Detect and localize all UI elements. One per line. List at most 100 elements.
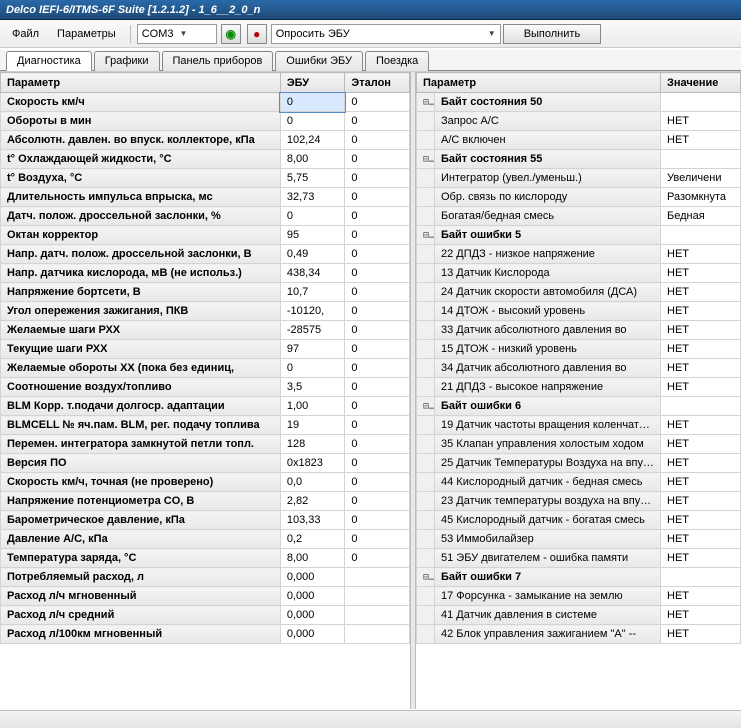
etalon-cell[interactable]: 0 (345, 473, 410, 492)
expander-icon[interactable]: ⊟ (417, 397, 435, 416)
table-row[interactable]: 19 Датчик частоты вращения коленчатогоНЕ… (417, 416, 741, 435)
value-cell[interactable]: Разомкнута (661, 188, 741, 207)
ebu-cell[interactable]: 0,000 (280, 606, 345, 625)
value-cell[interactable]: НЕТ (661, 416, 741, 435)
table-row[interactable]: Длительность импульса впрыска, мс32,730 (1, 188, 410, 207)
etalon-cell[interactable]: 0 (345, 207, 410, 226)
table-row[interactable]: Температура заряда, °C8,000 (1, 549, 410, 568)
value-cell[interactable]: НЕТ (661, 112, 741, 131)
param-cell[interactable]: 41 Датчик давления в системе (435, 606, 661, 625)
ebu-cell[interactable]: 10,7 (280, 283, 345, 302)
tab-0[interactable]: Диагностика (6, 51, 92, 71)
table-row[interactable]: Запрос A/CНЕТ (417, 112, 741, 131)
param-cell[interactable]: Температура заряда, °C (1, 549, 281, 568)
ebu-cell[interactable]: 0,2 (280, 530, 345, 549)
value-cell[interactable]: Увеличени (661, 169, 741, 188)
etalon-cell[interactable]: 0 (345, 359, 410, 378)
table-row[interactable]: ⊟Байт состояния 50 (417, 93, 741, 112)
ebu-cell[interactable]: 0 (280, 93, 345, 112)
tab-1[interactable]: Графики (94, 51, 160, 71)
table-row[interactable]: 22 ДПДЗ - низкое напряжениеНЕТ (417, 245, 741, 264)
tab-3[interactable]: Ошибки ЭБУ (275, 51, 363, 71)
table-row[interactable]: Интегратор (увел./уменьш.)Увеличени (417, 169, 741, 188)
param-cell[interactable]: Обр. связь по кислороду (435, 188, 661, 207)
ebu-cell[interactable]: 103,33 (280, 511, 345, 530)
table-row[interactable]: 42 Блок управления зажиганием "A" --НЕТ (417, 625, 741, 644)
param-cell[interactable]: 23 Датчик температуры воздуха на впуске (435, 492, 661, 511)
ebu-cell[interactable]: -28575 (280, 321, 345, 340)
table-row[interactable]: Версия ПО0x18230 (1, 454, 410, 473)
param-cell[interactable]: 34 Датчик абсолютного давления во (435, 359, 661, 378)
etalon-cell[interactable] (345, 625, 410, 644)
tab-2[interactable]: Панель приборов (162, 51, 274, 71)
ebu-cell[interactable]: 2,82 (280, 492, 345, 511)
param-cell[interactable]: 24 Датчик скорости автомобиля (ДСА) (435, 283, 661, 302)
etalon-cell[interactable]: 0 (345, 530, 410, 549)
value-cell[interactable] (661, 150, 741, 169)
table-row[interactable]: Скорость км/ч, точная (не проверено)0,00 (1, 473, 410, 492)
param-cell[interactable]: Желаемые обороты XX (пока без единиц, (1, 359, 281, 378)
value-cell[interactable]: НЕТ (661, 492, 741, 511)
table-row[interactable]: Скорость км/ч00 (1, 93, 410, 112)
table-row[interactable]: Барометрическое давление, кПа103,330 (1, 511, 410, 530)
value-cell[interactable] (661, 568, 741, 587)
value-cell[interactable]: НЕТ (661, 264, 741, 283)
expander-icon[interactable]: ⊟ (417, 93, 435, 112)
param-cell[interactable]: Байт состояния 50 (435, 93, 661, 112)
param-cell[interactable]: t° Воздуха, °C (1, 169, 281, 188)
etalon-cell[interactable]: 0 (345, 112, 410, 131)
ebu-cell[interactable]: 5,75 (280, 169, 345, 188)
value-cell[interactable]: НЕТ (661, 321, 741, 340)
etalon-cell[interactable]: 0 (345, 264, 410, 283)
disconnect-button[interactable]: ● (247, 24, 267, 44)
ebu-cell[interactable]: 438,34 (280, 264, 345, 283)
etalon-cell[interactable]: 0 (345, 435, 410, 454)
value-cell[interactable]: НЕТ (661, 131, 741, 150)
param-cell[interactable]: 53 Иммобилайзер (435, 530, 661, 549)
table-row[interactable]: Напряжение бортсети, В10,70 (1, 283, 410, 302)
col-header-param[interactable]: Параметр (417, 73, 661, 93)
param-cell[interactable]: Барометрическое давление, кПа (1, 511, 281, 530)
param-cell[interactable]: Обороты в мин (1, 112, 281, 131)
expander-icon[interactable]: ⊟ (417, 568, 435, 587)
param-cell[interactable]: Байт состояния 55 (435, 150, 661, 169)
param-cell[interactable]: Желаемые шаги РХХ (1, 321, 281, 340)
etalon-cell[interactable]: 0 (345, 378, 410, 397)
param-cell[interactable]: Скорость км/ч, точная (не проверено) (1, 473, 281, 492)
param-cell[interactable]: Напряжение бортсети, В (1, 283, 281, 302)
table-row[interactable]: ⊟Байт ошибки 5 (417, 226, 741, 245)
execute-button[interactable]: Выполнить (503, 24, 601, 44)
value-cell[interactable]: НЕТ (661, 359, 741, 378)
connect-button[interactable]: ◉ (221, 24, 241, 44)
etalon-cell[interactable]: 0 (345, 397, 410, 416)
table-row[interactable]: 15 ДТОЖ - низкий уровеньНЕТ (417, 340, 741, 359)
value-cell[interactable]: НЕТ (661, 549, 741, 568)
menu-params[interactable]: Параметры (49, 26, 124, 42)
param-cell[interactable]: Запрос A/C (435, 112, 661, 131)
table-row[interactable]: 17 Форсунка - замыкание на землюНЕТ (417, 587, 741, 606)
value-cell[interactable]: НЕТ (661, 473, 741, 492)
etalon-cell[interactable]: 0 (345, 321, 410, 340)
param-cell[interactable]: A/C включен (435, 131, 661, 150)
param-cell[interactable]: 15 ДТОЖ - низкий уровень (435, 340, 661, 359)
param-cell[interactable]: 17 Форсунка - замыкание на землю (435, 587, 661, 606)
value-cell[interactable]: НЕТ (661, 606, 741, 625)
etalon-cell[interactable]: 0 (345, 131, 410, 150)
value-cell[interactable]: НЕТ (661, 511, 741, 530)
table-row[interactable]: BLMCELL № яч.пам. BLM, рег. подачу топли… (1, 416, 410, 435)
table-row[interactable]: 44 Кислородный датчик - бедная смесьНЕТ (417, 473, 741, 492)
table-row[interactable]: Обороты в мин00 (1, 112, 410, 131)
table-row[interactable]: t° Воздуха, °C5,750 (1, 169, 410, 188)
value-cell[interactable] (661, 93, 741, 112)
value-cell[interactable]: НЕТ (661, 625, 741, 644)
ebu-cell[interactable]: 0,000 (280, 568, 345, 587)
table-row[interactable]: 23 Датчик температуры воздуха на впускеН… (417, 492, 741, 511)
param-cell[interactable]: Интегратор (увел./уменьш.) (435, 169, 661, 188)
param-cell[interactable]: 44 Кислородный датчик - бедная смесь (435, 473, 661, 492)
param-cell[interactable]: Текущие шаги РХХ (1, 340, 281, 359)
etalon-cell[interactable] (345, 568, 410, 587)
value-cell[interactable]: НЕТ (661, 454, 741, 473)
ebu-cell[interactable]: 102,24 (280, 131, 345, 150)
table-row[interactable]: ⊟Байт ошибки 7 (417, 568, 741, 587)
param-cell[interactable]: 51 ЭБУ двигателем - ошибка памяти (435, 549, 661, 568)
